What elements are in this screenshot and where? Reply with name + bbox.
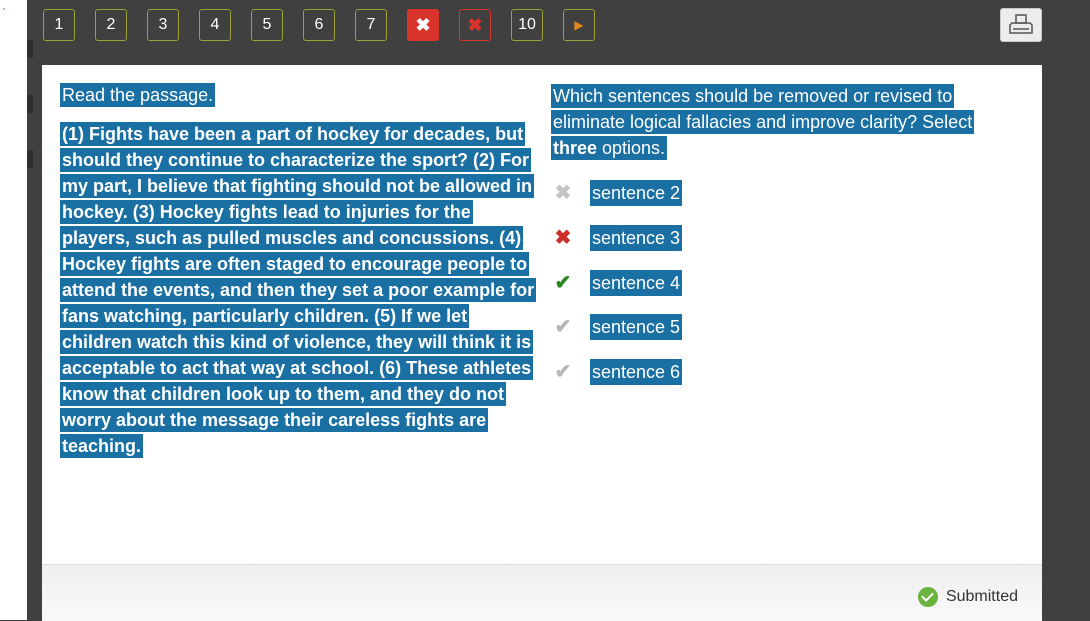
question-button-8-incorrect-current[interactable]: ✖	[407, 9, 439, 41]
answer-option-sentence-5[interactable]: ✔ sentence 5	[552, 314, 683, 340]
question-text-bold: three	[553, 138, 598, 158]
incorrect-x-icon: ✖	[554, 227, 572, 249]
unselected-check-icon: ✔	[554, 316, 572, 338]
question-button-1[interactable]: 1	[43, 9, 75, 41]
answer-option-sentence-3[interactable]: ✖ sentence 3	[552, 225, 683, 251]
passage-intro-text: Read the passage.	[60, 83, 216, 107]
answer-option-sentence-2[interactable]: ✖ sentence 2	[552, 180, 683, 206]
question-text-after: options.	[597, 138, 666, 158]
passage-body-text: (1) Fights have been a part of hockey fo…	[60, 122, 537, 458]
footer-bar: Submitted	[42, 564, 1042, 621]
question-button-5[interactable]: 5	[251, 9, 283, 41]
print-button[interactable]	[1000, 8, 1042, 42]
next-arrow-icon[interactable]: ▶	[563, 9, 595, 41]
status-text: Submitted	[945, 588, 1018, 605]
question-button-2[interactable]: 2	[95, 9, 127, 41]
option-label[interactable]: sentence 4	[590, 270, 683, 296]
question-button-4[interactable]: 4	[199, 9, 231, 41]
printer-icon	[1009, 14, 1033, 34]
passage-intro: Read the passage.	[60, 83, 216, 107]
left-strip: ˊ	[0, 0, 27, 620]
question-button-10[interactable]: 10	[511, 9, 543, 41]
content-panel: Read the passage. (1) Fights have been a…	[42, 65, 1042, 621]
question-button-3[interactable]: 3	[147, 9, 179, 41]
side-tab-3[interactable]	[27, 150, 33, 168]
question-text-before: Which sentences should be removed or rev…	[553, 86, 973, 132]
unselected-check-icon: ✔	[554, 361, 572, 383]
submission-status: Submitted	[917, 587, 1018, 607]
option-label[interactable]: sentence 3	[590, 225, 683, 251]
option-label[interactable]: sentence 2	[590, 180, 683, 206]
question-nav-bar: 1 2 3 4 5 6 7 ✖ ✖ 10 ▶	[0, 0, 1090, 65]
question-button-9-incorrect[interactable]: ✖	[459, 9, 491, 41]
option-label[interactable]: sentence 6	[590, 359, 683, 385]
incorrect-unselected-x-icon: ✖	[554, 182, 572, 204]
option-label[interactable]: sentence 5	[590, 314, 683, 340]
side-tab-2[interactable]	[27, 95, 33, 113]
answer-option-sentence-4[interactable]: ✔ sentence 4	[552, 270, 683, 296]
question-button-6[interactable]: 6	[303, 9, 335, 41]
correct-check-icon: ✔	[554, 272, 572, 294]
question-text-highlight: Which sentences should be removed or rev…	[551, 84, 975, 160]
check-circle-icon	[917, 587, 938, 607]
answer-option-sentence-6[interactable]: ✔ sentence 6	[552, 359, 683, 385]
passage-text: (1) Fights have been a part of hockey fo…	[60, 121, 540, 459]
question-prompt: Which sentences should be removed or rev…	[551, 83, 1001, 161]
question-button-7[interactable]: 7	[355, 9, 387, 41]
